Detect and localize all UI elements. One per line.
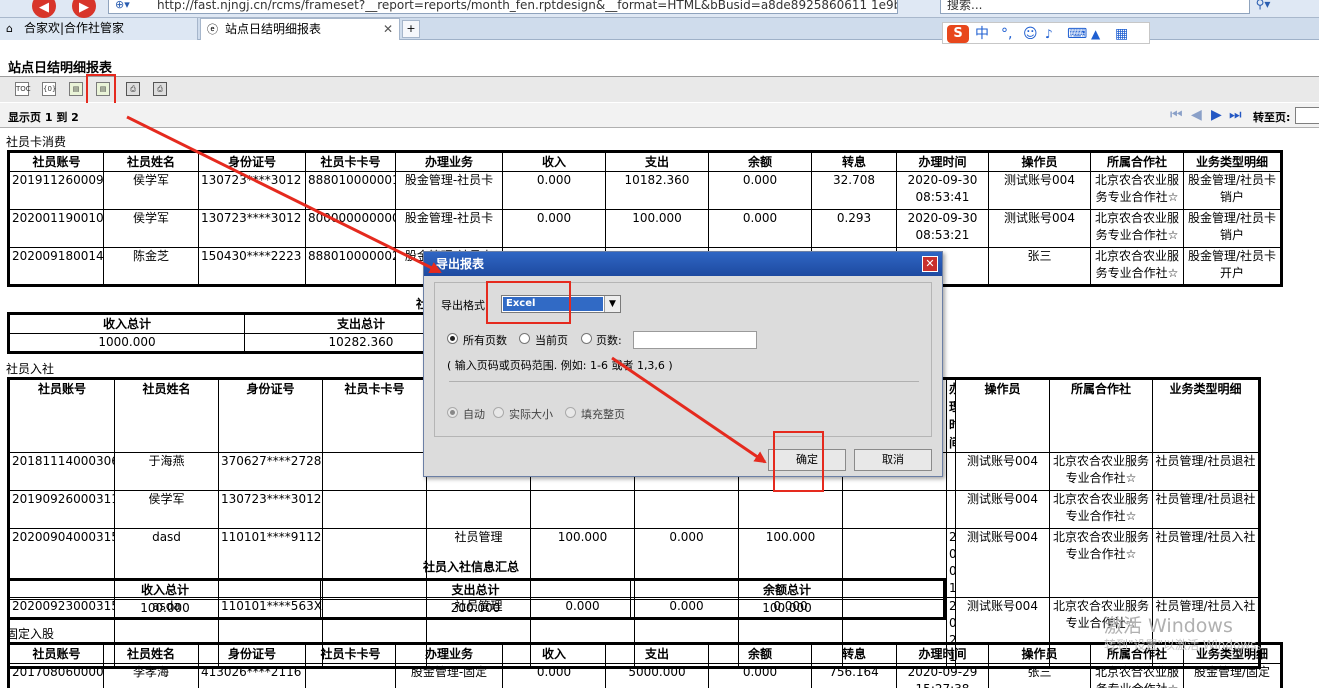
arrow-to-ok — [611, 356, 767, 464]
arrow-to-dialog — [126, 115, 442, 274]
windows-activation-subtext: 转到"设置"以激活 Windows。 — [1104, 638, 1269, 652]
screen: ◀ ▶ ⊕▾ http://fast.njngj.cn/rcms/framese… — [0, 0, 1319, 688]
windows-activation-watermark: 激活 Windows — [1104, 615, 1233, 637]
annotation-arrows — [126, 115, 767, 464]
